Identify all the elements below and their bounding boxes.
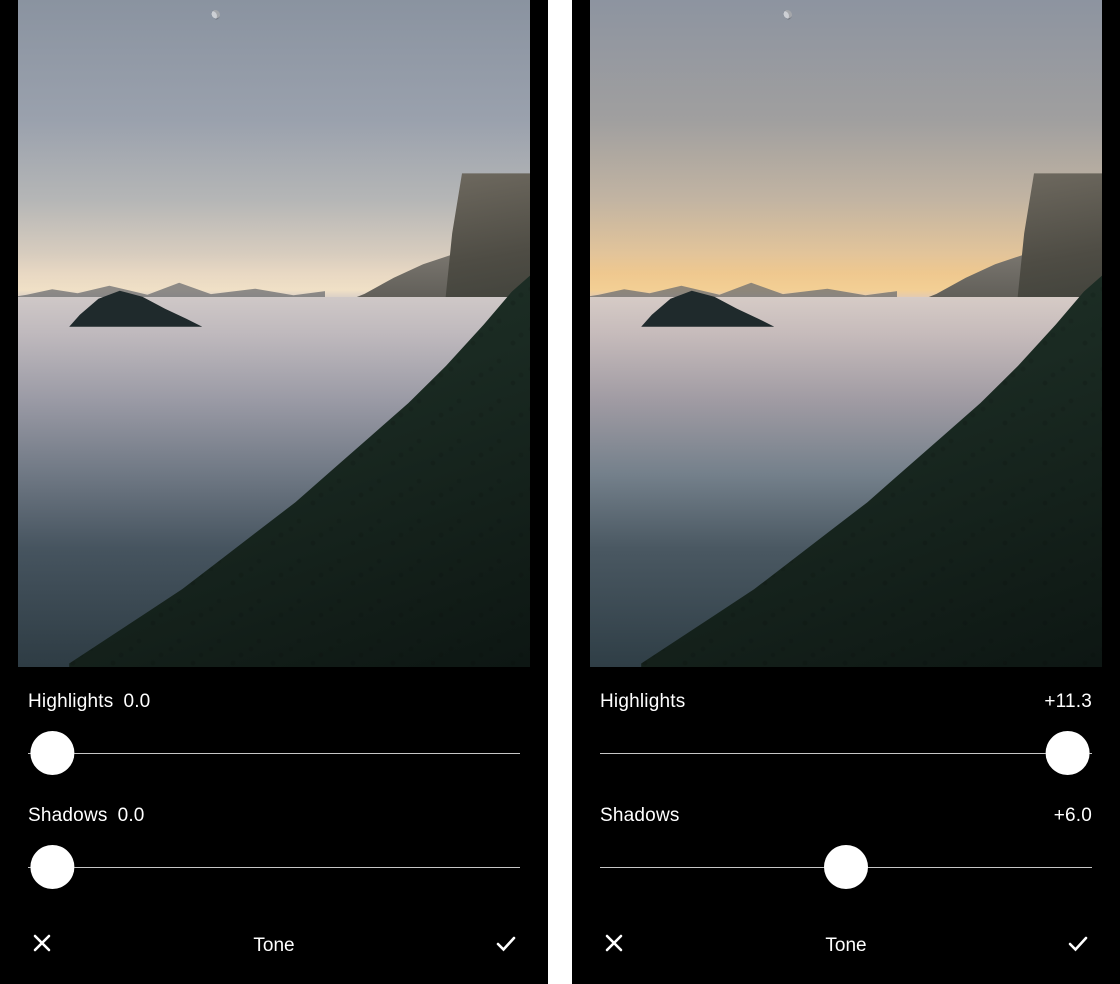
cancel-button[interactable]: [596, 928, 632, 964]
confirm-button[interactable]: [1060, 928, 1096, 964]
slider-line: [600, 753, 1092, 755]
highlights-slider[interactable]: [28, 731, 520, 775]
shadows-control: Shadows +6.0: [600, 805, 1092, 889]
highlights-label: Highlights: [28, 691, 113, 713]
shadows-slider-thumb[interactable]: [30, 845, 74, 889]
shadows-value: 0.0: [118, 805, 145, 827]
editor-screen-before: Highlights 0.0 Shadows 0.0 Tone: [0, 0, 548, 984]
scene-moon: [782, 10, 792, 20]
shadows-readout: Shadows 0.0: [28, 805, 520, 827]
highlights-slider-thumb[interactable]: [30, 731, 74, 775]
check-icon: [1066, 931, 1090, 961]
check-icon: [494, 931, 518, 961]
shadows-slider-thumb[interactable]: [824, 845, 868, 889]
highlights-readout: Highlights +11.3: [600, 691, 1092, 713]
confirm-button[interactable]: [488, 928, 524, 964]
slider-line: [28, 753, 520, 755]
photo-preview: [590, 0, 1102, 667]
photo-preview: [18, 0, 530, 667]
highlights-slider[interactable]: [600, 731, 1092, 775]
shadows-label: Shadows: [600, 805, 680, 827]
shadows-value: +6.0: [1054, 805, 1092, 827]
section-title: Tone: [825, 935, 866, 957]
tone-controls: Highlights +11.3 Shadows +6.0: [572, 667, 1120, 919]
highlights-slider-thumb[interactable]: [1046, 731, 1090, 775]
tone-controls: Highlights 0.0 Shadows 0.0: [0, 667, 548, 919]
shadows-label: Shadows: [28, 805, 108, 827]
highlights-control: Highlights 0.0: [28, 691, 520, 775]
shadows-control: Shadows 0.0: [28, 805, 520, 889]
close-icon: [30, 931, 54, 961]
bottom-bar: Tone: [572, 919, 1120, 984]
shadows-slider[interactable]: [28, 845, 520, 889]
highlights-value: +11.3: [1044, 691, 1092, 713]
highlights-readout: Highlights 0.0: [28, 691, 520, 713]
close-icon: [602, 931, 626, 961]
highlights-value: 0.0: [123, 691, 150, 713]
cancel-button[interactable]: [24, 928, 60, 964]
shadows-slider[interactable]: [600, 845, 1092, 889]
slider-line: [28, 867, 520, 869]
section-title: Tone: [253, 935, 294, 957]
highlights-control: Highlights +11.3: [600, 691, 1092, 775]
scene-moon: [210, 10, 220, 20]
editor-screen-after: Highlights +11.3 Shadows +6.0 T: [572, 0, 1120, 984]
highlights-label: Highlights: [600, 691, 685, 713]
shadows-readout: Shadows +6.0: [600, 805, 1092, 827]
bottom-bar: Tone: [0, 919, 548, 984]
